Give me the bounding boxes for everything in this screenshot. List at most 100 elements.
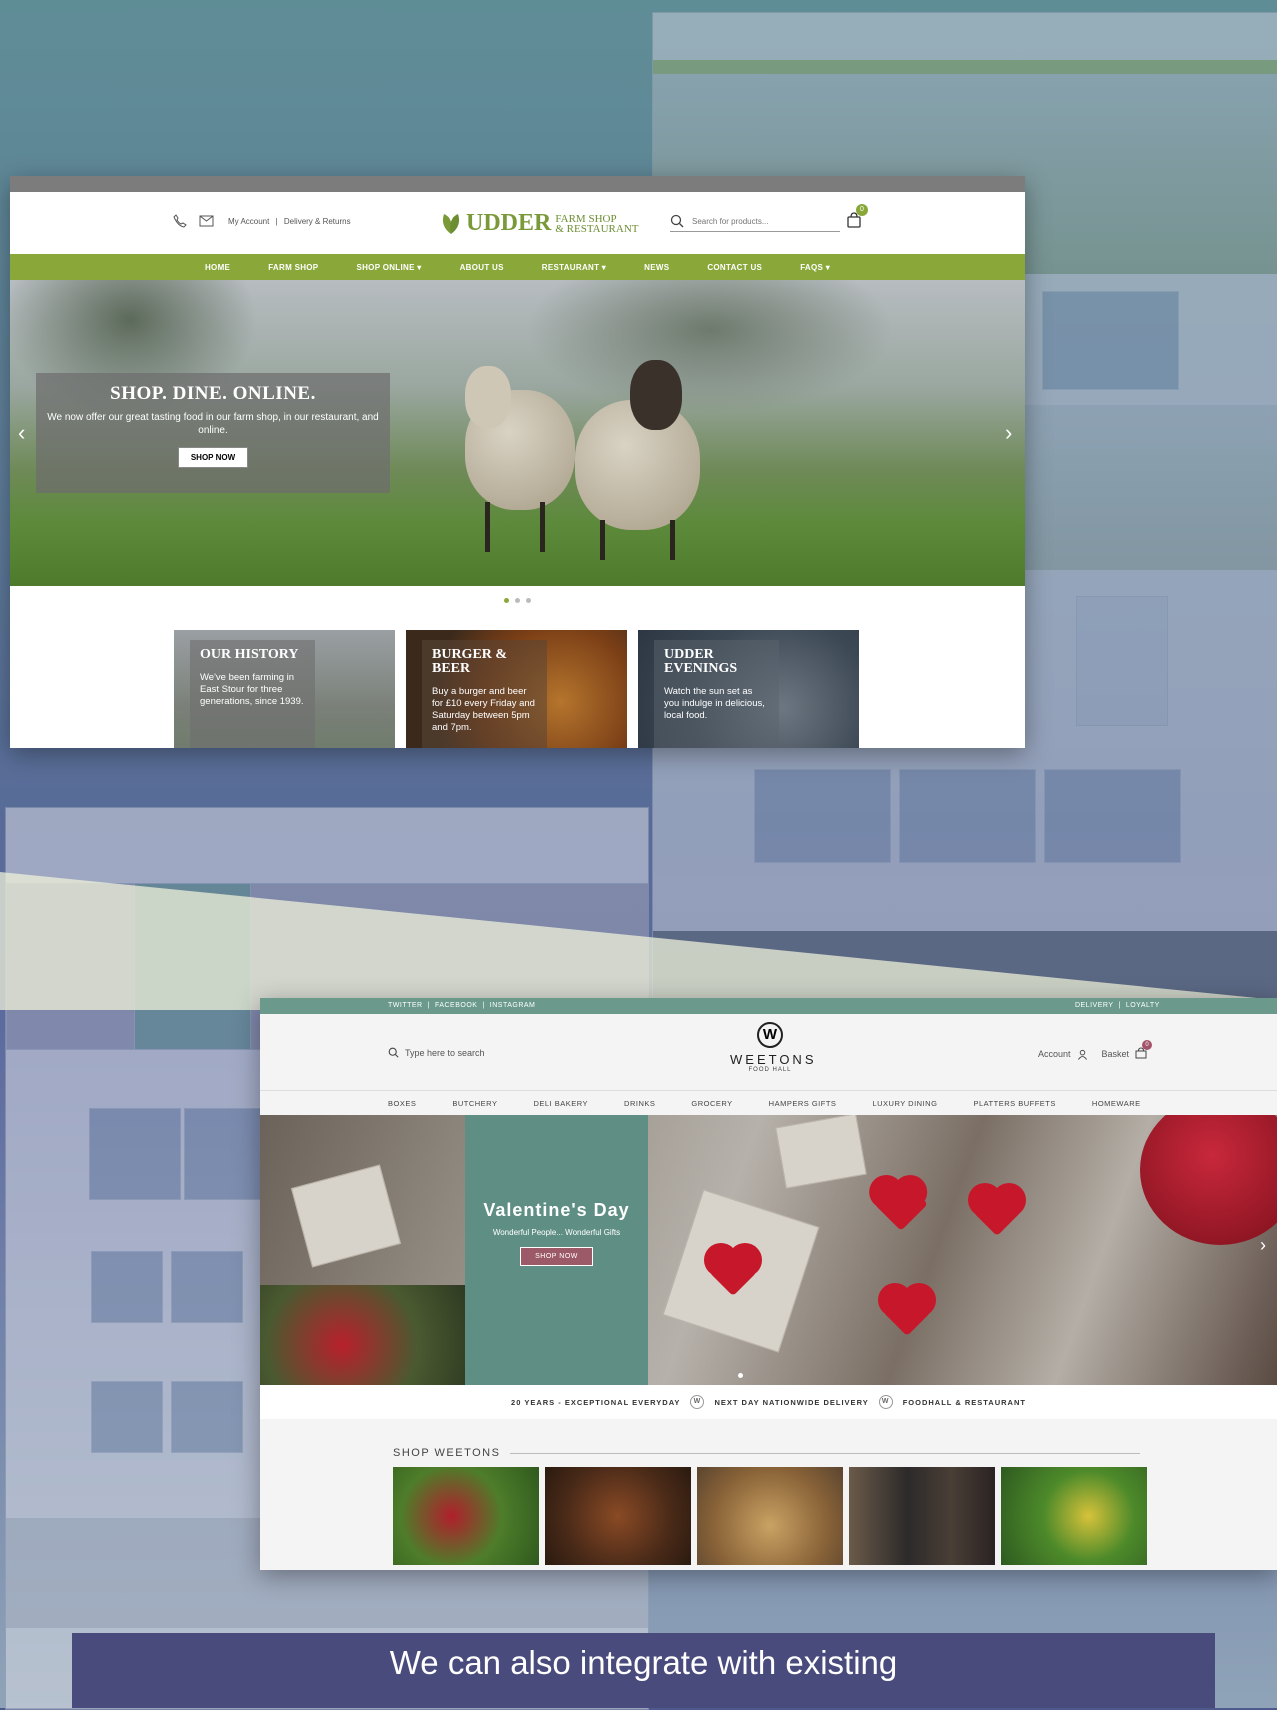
weetons-logo[interactable]: W WEETONS FOOD HALL <box>730 1022 817 1073</box>
search-input[interactable] <box>690 215 824 227</box>
search-placeholder: Type here to search <box>405 1047 485 1058</box>
logo-restaurant: & RESTAURANT <box>555 222 639 235</box>
usp-strip: 20 YEARS - EXCEPTIONAL EVERYDAY W NEXT D… <box>260 1385 1277 1419</box>
category-tiles <box>393 1467 1277 1565</box>
shop-now-button[interactable]: SHOP NOW <box>520 1247 593 1266</box>
nav-shop-online[interactable]: SHOP ONLINE ▾ <box>356 263 421 272</box>
logo-sub: FOOD HALL <box>748 1067 792 1073</box>
tile-grocery[interactable] <box>1001 1467 1147 1565</box>
search-icon[interactable] <box>670 214 684 228</box>
card-text: We've been farming in East Stour for thr… <box>200 672 304 707</box>
slider-dot[interactable] <box>738 1373 743 1378</box>
basket-button[interactable]: 0 <box>846 204 868 233</box>
instagram-link[interactable]: INSTAGRAM <box>490 1002 536 1009</box>
card-overlay: BURGER & BEER Buy a burger and beer for … <box>422 640 547 748</box>
card-udder-evenings[interactable]: UDDER EVENINGS Watch the sun set as you … <box>638 630 859 748</box>
service-links: DELIVERY | LOYALTY <box>1075 1002 1160 1009</box>
my-account-link[interactable]: My Account <box>228 217 269 226</box>
basket-button[interactable]: 0 <box>1135 1040 1153 1061</box>
hero-slider: Valentine's Day Wonderful People... Wond… <box>260 1115 1277 1385</box>
account-basket: Account Basket 0 <box>1038 1040 1153 1061</box>
card-burger-beer[interactable]: BURGER & BEER Buy a burger and beer for … <box>406 630 627 748</box>
gift-box-image <box>290 1164 402 1268</box>
feature-cards: OUR HISTORY We've been farming in East S… <box>174 630 859 748</box>
tile-deli-bakery[interactable] <box>697 1467 843 1565</box>
logo-circle: W <box>757 1022 783 1048</box>
next-arrow-icon[interactable]: › <box>1260 1235 1266 1256</box>
sheep-leg <box>670 520 675 560</box>
facebook-link[interactable]: FACEBOOK <box>435 1002 478 1009</box>
delivery-returns-link[interactable]: Delivery & Returns <box>284 217 351 226</box>
hero-subtitle: Wonderful People... Wonderful Gifts <box>492 1228 621 1237</box>
logo-sub-text: FARM SHOP & RESTAURANT <box>555 213 639 235</box>
slider-dot[interactable] <box>515 598 520 603</box>
menu-luxury-dining[interactable]: LUXURY DINING <box>872 1099 937 1108</box>
hero-caption: Valentine's Day Wonderful People... Wond… <box>465 1115 648 1385</box>
basket-link[interactable]: Basket <box>1102 1049 1130 1059</box>
sheep-head <box>465 366 511 428</box>
slider-dots <box>10 586 1025 608</box>
sheep-head <box>630 360 682 430</box>
card-overlay: OUR HISTORY We've been farming in East S… <box>190 640 315 748</box>
nav-contact-us[interactable]: CONTACT US <box>707 263 762 272</box>
gift-box-image <box>775 1115 867 1189</box>
shop-now-button[interactable]: SHOP NOW <box>177 447 249 468</box>
basket-count-badge: 0 <box>856 204 868 216</box>
hero-title: SHOP. DINE. ONLINE. <box>110 383 316 404</box>
hero-text: We now offer our great tasting food in o… <box>47 412 379 436</box>
weetons-website-screenshot: TWITTER | FACEBOOK | INSTAGRAM DELIVERY | LOYA… <box>260 998 1277 1570</box>
search-bar <box>670 214 840 232</box>
menu-butchery[interactable]: BUTCHERY <box>452 1099 497 1108</box>
card-our-history[interactable]: OUR HISTORY We've been farming in East S… <box>174 630 395 748</box>
udder-logo[interactable]: UDDER FARM SHOP & RESTAURANT <box>440 210 639 237</box>
account-link[interactable]: Account <box>1038 1049 1071 1059</box>
usp-item: 20 YEARS - EXCEPTIONAL EVERYDAY <box>511 1397 681 1407</box>
card-overlay: UDDER EVENINGS Watch the sun set as you … <box>654 640 779 748</box>
udder-website-screenshot: My Account | Delivery & Returns UDDER FA… <box>10 176 1025 748</box>
logo-name: WEETONS <box>730 1052 817 1067</box>
sheep-leg <box>485 502 490 552</box>
menu-homeware[interactable]: HOMEWARE <box>1092 1099 1141 1108</box>
nav-faqs[interactable]: FAQS ▾ <box>800 263 830 272</box>
nav-farm-shop[interactable]: FARM SHOP <box>268 263 318 272</box>
user-icon[interactable] <box>1077 1049 1088 1060</box>
menu-grocery[interactable]: GROCERY <box>691 1099 732 1108</box>
menu-boxes[interactable]: BOXES <box>388 1099 416 1108</box>
card-title: OUR HISTORY <box>200 647 299 662</box>
section-heading: SHOP WEETONS <box>393 1447 1277 1459</box>
social-links: TWITTER | FACEBOOK | INSTAGRAM <box>388 1002 536 1009</box>
phone-icon[interactable] <box>173 214 187 228</box>
menu-platters-buffets[interactable]: PLATTERS BUFFETS <box>973 1099 1055 1108</box>
top-bar <box>10 176 1025 192</box>
prev-arrow-icon[interactable]: ‹ <box>18 420 25 446</box>
hero-slider: SHOP. DINE. ONLINE. We now offer our gre… <box>10 280 1025 586</box>
divider <box>510 1452 1141 1454</box>
menu-deli-bakery[interactable]: DELI BAKERY <box>533 1099 588 1108</box>
sheep-leg <box>600 520 605 560</box>
usp-item: NEXT DAY NATIONWIDE DELIVERY <box>714 1397 869 1407</box>
next-arrow-icon[interactable]: › <box>1005 420 1012 446</box>
delivery-link[interactable]: DELIVERY <box>1075 1002 1114 1009</box>
nav-restaurant[interactable]: RESTAURANT ▾ <box>542 263 606 272</box>
shop-section: SHOP WEETONS <box>260 1419 1277 1565</box>
wine-glass-image <box>1140 1115 1277 1245</box>
tile-boxes[interactable] <box>393 1467 539 1565</box>
twitter-link[interactable]: TWITTER <box>388 1002 423 1009</box>
slider-dot[interactable] <box>504 598 509 603</box>
nav-news[interactable]: NEWS <box>644 263 669 272</box>
loyalty-link[interactable]: LOYALTY <box>1126 1002 1160 1009</box>
search-bar[interactable]: Type here to search <box>388 1047 485 1058</box>
slider-dot[interactable] <box>526 598 531 603</box>
nav-about-us[interactable]: ABOUT US <box>460 263 504 272</box>
tile-butchery[interactable] <box>545 1467 691 1565</box>
nav-home[interactable]: HOME <box>205 263 230 272</box>
menu-drinks[interactable]: DRINKS <box>624 1099 655 1108</box>
heart-image <box>882 1287 932 1337</box>
top-bar: TWITTER | FACEBOOK | INSTAGRAM DELIVERY | LOYA… <box>260 998 1277 1014</box>
menu-hampers-gifts[interactable]: HAMPERS GIFTS <box>769 1099 837 1108</box>
card-text: Buy a burger and beer for £10 every Frid… <box>432 686 535 733</box>
w-logo-icon: W <box>690 1395 705 1409</box>
separator: | <box>275 217 278 226</box>
email-icon[interactable] <box>199 215 214 227</box>
tile-drinks[interactable] <box>849 1467 995 1565</box>
